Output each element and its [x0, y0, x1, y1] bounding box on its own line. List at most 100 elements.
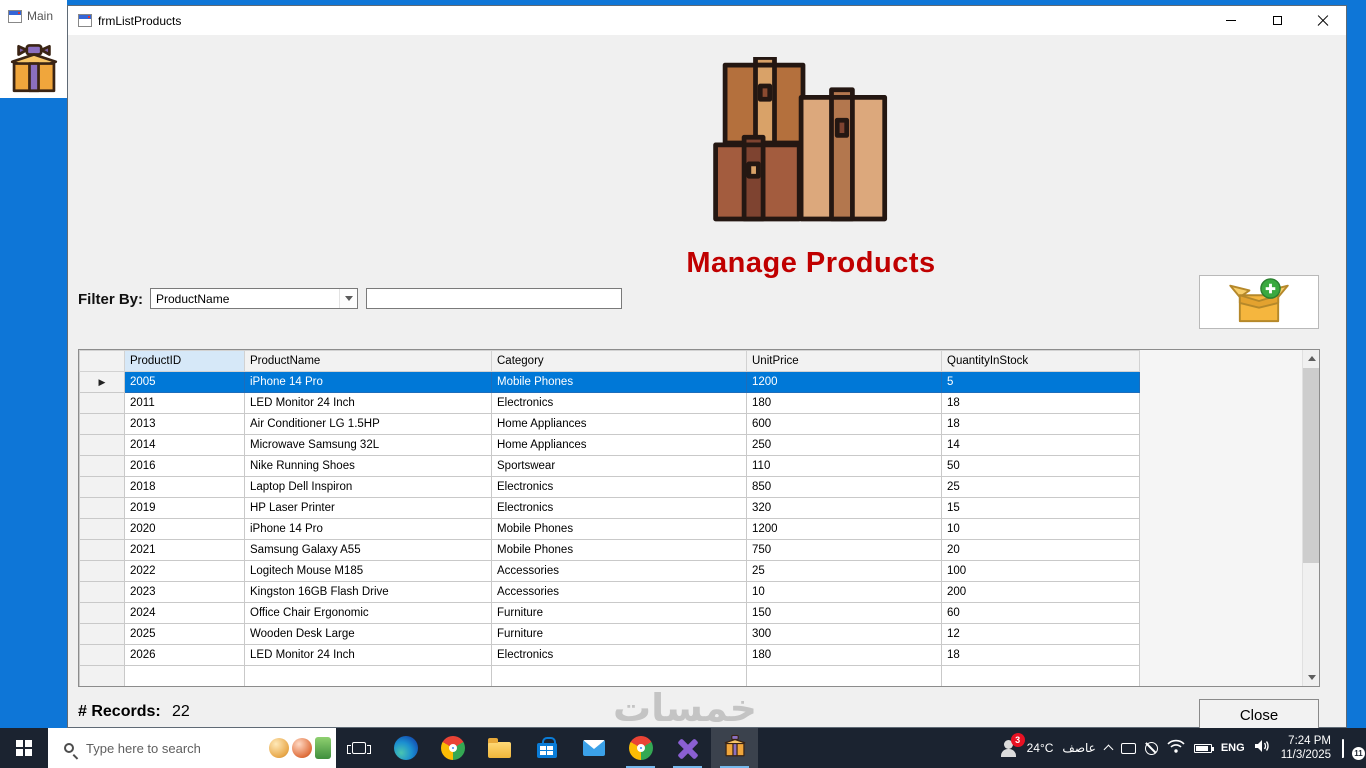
taskbar-search[interactable]: Type here to search — [48, 728, 336, 768]
column-header-category[interactable]: Category — [491, 350, 747, 372]
grid-cell[interactable]: 200 — [941, 581, 1140, 603]
column-header-unitprice[interactable]: UnitPrice — [746, 350, 942, 372]
action-center-button[interactable]: 11 — [1342, 739, 1365, 760]
grid-cell[interactable]: 2013 — [124, 413, 245, 435]
grid-cell[interactable]: LED Monitor 24 Inch — [244, 644, 492, 666]
weather-temperature[interactable]: 24°C — [1027, 741, 1054, 755]
search-highlights[interactable] — [269, 728, 331, 768]
grid-cell[interactable]: Kingston 16GB Flash Drive — [244, 581, 492, 603]
table-row[interactable]: 2018 Laptop Dell Inspiron Electronics 850 25 — [79, 476, 1140, 498]
grid-cell[interactable]: Accessories — [491, 560, 747, 582]
grid-cell[interactable]: Mobile Phones — [491, 371, 747, 393]
display-tray-icon[interactable] — [1120, 742, 1136, 754]
taskbar-app-mail[interactable] — [570, 728, 617, 768]
grid-cell[interactable]: 850 — [746, 476, 942, 498]
grid-cell[interactable]: HP Laser Printer — [244, 497, 492, 519]
table-row[interactable]: 2020 iPhone 14 Pro Mobile Phones 1200 10 — [79, 518, 1140, 540]
grid-cell[interactable]: 18 — [941, 392, 1140, 414]
grid-cell[interactable]: Mobile Phones — [491, 518, 747, 540]
row-selector[interactable] — [79, 455, 125, 477]
grid-cell[interactable]: iPhone 14 Pro — [244, 518, 492, 540]
column-header-productid[interactable]: ProductID — [124, 350, 245, 372]
grid-cell[interactable]: Laptop Dell Inspiron — [244, 476, 492, 498]
grid-cell[interactable]: 12 — [941, 623, 1140, 645]
grid-cell[interactable]: Accessories — [491, 581, 747, 603]
grid-cell[interactable]: 180 — [746, 392, 942, 414]
grid-cell[interactable]: 600 — [746, 413, 942, 435]
taskbar-app-visual-studio[interactable] — [664, 728, 711, 768]
grid-cell[interactable]: Furniture — [491, 623, 747, 645]
grid-cell[interactable]: LED Monitor 24 Inch — [244, 392, 492, 414]
taskbar-clock[interactable]: 7:24 PM 11/3/2025 — [1279, 734, 1333, 762]
grid-cell[interactable]: Office Chair Ergonomic — [244, 602, 492, 624]
grid-cell[interactable]: 2018 — [124, 476, 245, 498]
close-window-button[interactable] — [1300, 6, 1346, 35]
row-selector[interactable] — [79, 539, 125, 561]
grid-cell[interactable]: 320 — [746, 497, 942, 519]
grid-cell[interactable]: Microwave Samsung 32L — [244, 434, 492, 456]
grid-cell[interactable]: Logitech Mouse M185 — [244, 560, 492, 582]
row-selector[interactable] — [79, 413, 125, 435]
grid-cell[interactable]: 18 — [941, 644, 1140, 666]
grid-cell[interactable]: Samsung Galaxy A55 — [244, 539, 492, 561]
speaker-icon[interactable] — [1254, 739, 1270, 758]
weather-condition[interactable]: عاصف — [1062, 741, 1095, 755]
minimize-button[interactable] — [1208, 6, 1254, 35]
grid-cell[interactable]: 2025 — [124, 623, 245, 645]
grid-cell[interactable]: 2005 — [124, 371, 245, 393]
language-indicator[interactable]: ENG — [1221, 742, 1245, 754]
grid-cell[interactable]: 250 — [746, 434, 942, 456]
taskbar-app-explorer[interactable] — [476, 728, 523, 768]
grid-cell[interactable]: 2020 — [124, 518, 245, 540]
row-selector[interactable] — [79, 497, 125, 519]
scrollbar-thumb[interactable] — [1303, 368, 1319, 563]
filter-value-input[interactable] — [366, 288, 622, 309]
background-window-main[interactable]: Main — [0, 0, 67, 98]
taskbar-app-products-app[interactable] — [711, 728, 758, 768]
selector-column-header[interactable] — [79, 350, 125, 372]
grid-cell[interactable]: Wooden Desk Large — [244, 623, 492, 645]
battery-icon[interactable] — [1193, 743, 1214, 753]
table-row[interactable]: 2011 LED Monitor 24 Inch Electronics 180 18 — [79, 392, 1140, 414]
grid-cell[interactable]: 25 — [746, 560, 942, 582]
add-product-button[interactable] — [1199, 275, 1319, 329]
grid-cell[interactable]: 1200 — [746, 518, 942, 540]
grid-cell[interactable]: 100 — [941, 560, 1140, 582]
grid-cell[interactable]: 25 — [941, 476, 1140, 498]
grid-cell[interactable]: 300 — [746, 623, 942, 645]
scroll-up-button[interactable] — [1303, 350, 1319, 367]
row-selector[interactable] — [79, 434, 125, 456]
row-selector[interactable] — [79, 392, 125, 414]
grid-cell[interactable]: 10 — [746, 581, 942, 603]
row-selector[interactable] — [79, 623, 125, 645]
grid-cell[interactable]: Electronics — [491, 497, 747, 519]
grid-cell[interactable]: 15 — [941, 497, 1140, 519]
grid-cell[interactable]: 750 — [746, 539, 942, 561]
taskbar-app-edge[interactable] — [382, 728, 429, 768]
grid-cell[interactable]: 2019 — [124, 497, 245, 519]
grid-cell[interactable]: Furniture — [491, 602, 747, 624]
table-row[interactable]: 2019 HP Laser Printer Electronics 320 15 — [79, 497, 1140, 519]
row-selector[interactable] — [79, 518, 125, 540]
vertical-scrollbar[interactable] — [1302, 350, 1319, 686]
column-header-productname[interactable]: ProductName — [244, 350, 492, 372]
people-tray-button[interactable]: 3 — [1000, 733, 1025, 757]
grid-cell[interactable]: 14 — [941, 434, 1140, 456]
grid-cell[interactable]: 150 — [746, 602, 942, 624]
grid-cell[interactable]: 2016 — [124, 455, 245, 477]
row-selector[interactable] — [79, 560, 125, 582]
grid-cell[interactable]: 10 — [941, 518, 1140, 540]
table-row[interactable]: ▶ 2005 iPhone 14 Pro Mobile Phones 1200 5 — [79, 371, 1140, 393]
table-row[interactable]: 2014 Microwave Samsung 32L Home Appliances… — [79, 434, 1140, 456]
table-row[interactable]: 2013 Air Conditioner LG 1.5HP Home Applian… — [79, 413, 1140, 435]
grid-cell[interactable]: 2021 — [124, 539, 245, 561]
grid-cell[interactable]: Air Conditioner LG 1.5HP — [244, 413, 492, 435]
task-view-button[interactable] — [336, 728, 382, 768]
taskbar-app-chrome[interactable] — [429, 728, 476, 768]
row-selector[interactable]: ▶ — [79, 371, 125, 393]
show-hidden-icons-chevron[interactable] — [1103, 744, 1114, 755]
location-off-icon[interactable] — [1144, 741, 1158, 755]
row-selector[interactable] — [79, 476, 125, 498]
grid-cell[interactable]: 2011 — [124, 392, 245, 414]
row-selector[interactable] — [79, 602, 125, 624]
